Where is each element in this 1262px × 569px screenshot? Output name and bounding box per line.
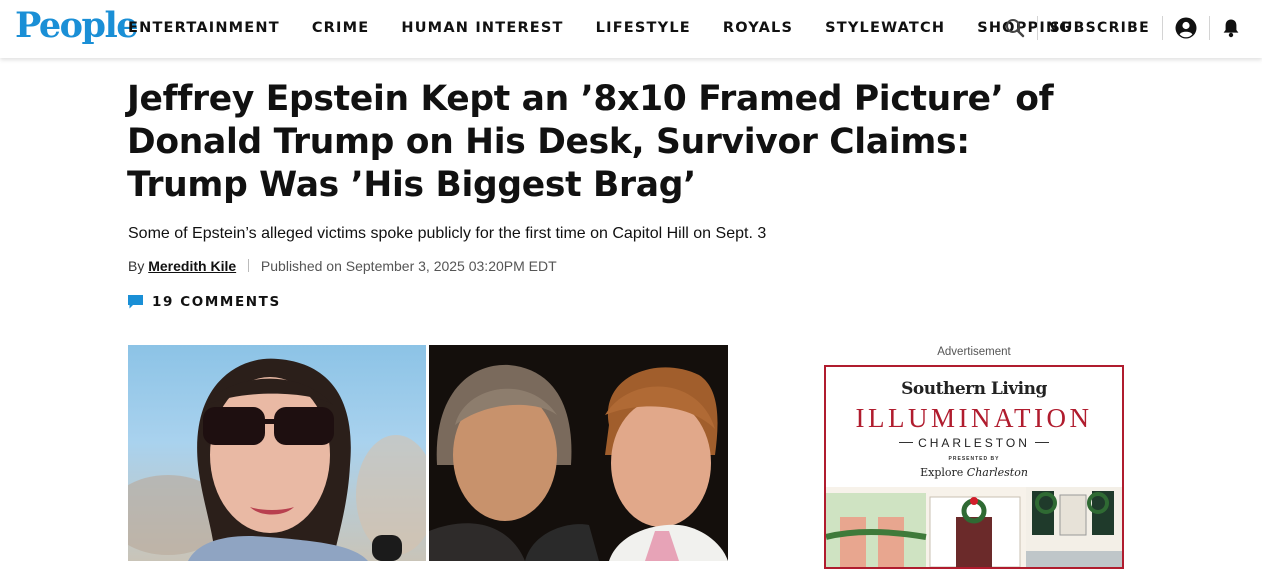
nav-royals[interactable]: ROYALS [723, 18, 793, 38]
nav-stylewatch[interactable]: STYLEWATCH [825, 18, 945, 38]
ad-sponsor-a: Explore [920, 466, 964, 479]
ad-presented-by: PRESENTED BY [948, 456, 1000, 462]
comment-icon [128, 295, 143, 309]
epstein-trump-photo [429, 345, 728, 561]
comments-link[interactable]: 19 COMMENTS [128, 294, 281, 310]
site-header: People ENTERTAINMENT CRIME HUMAN INTERES… [0, 0, 1262, 58]
nav-crime[interactable]: CRIME [312, 18, 370, 38]
account-icon[interactable] [1175, 17, 1197, 39]
nav-entertainment[interactable]: ENTERTAINMENT [128, 18, 280, 38]
bell-icon[interactable] [1222, 18, 1240, 38]
comments-count: 19 COMMENTS [152, 294, 281, 310]
ad-city-text: CHARLESTON [918, 436, 1030, 450]
survivor-photo [128, 345, 426, 561]
article-dek: Some of Epstein’s alleged victims spoke … [128, 225, 767, 242]
advertisement[interactable]: Southern Living ILLUMINATION CHARLESTON … [824, 365, 1124, 569]
ad-sponsor: Explore Charleston [826, 466, 1122, 479]
ad-illustration [826, 487, 1122, 567]
ad-event-title: ILLUMINATION [855, 403, 1093, 433]
ad-sponsor-b: Charleston [966, 466, 1028, 479]
ad-city: CHARLESTON [826, 436, 1122, 450]
publish-date: Published on September 3, 2025 03:20PM E… [260, 258, 557, 274]
byline-prefix: By [128, 258, 145, 274]
nav-lifestyle[interactable]: LIFESTYLE [596, 18, 691, 38]
people-logo[interactable]: People [15, 4, 139, 48]
search-icon[interactable] [1005, 18, 1025, 38]
article-headline: Jeffrey Epstein Kept an ’8x10 Framed Pic… [127, 79, 1054, 205]
divider [1034, 442, 1049, 443]
subscribe-link[interactable]: SUBSCRIBE [1050, 20, 1150, 36]
byline-divider [248, 259, 250, 272]
divider [1162, 16, 1163, 40]
divider [1036, 16, 1038, 40]
byline: By Meredith Kile Published on September … [128, 257, 557, 275]
ad-brand: Southern Living [901, 379, 1047, 399]
header-actions: SUBSCRIBE [1005, 12, 1240, 44]
divider [1209, 16, 1210, 40]
author-link[interactable]: Meredith Kile [148, 258, 236, 274]
nav-human-interest[interactable]: HUMAN INTEREST [401, 18, 563, 38]
hero-image[interactable] [128, 345, 728, 561]
divider [899, 442, 914, 443]
ad-label: Advertisement [937, 346, 1011, 358]
main-nav: ENTERTAINMENT CRIME HUMAN INTEREST LIFES… [128, 18, 1104, 38]
